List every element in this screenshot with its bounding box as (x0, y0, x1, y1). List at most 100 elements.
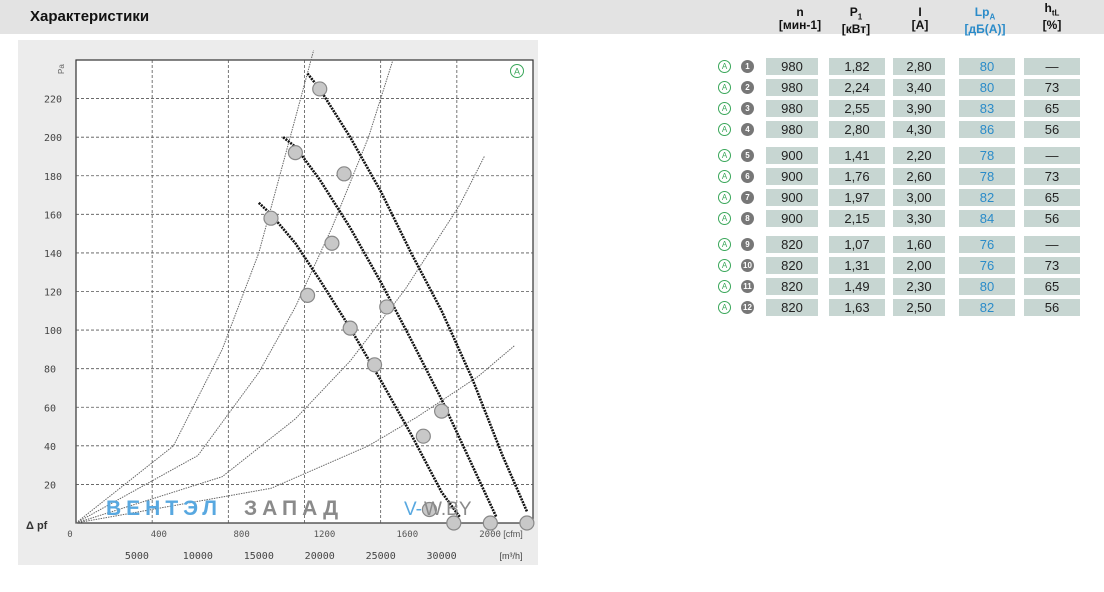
table-cell-lpa: 84 (959, 210, 1015, 227)
x-alt-tick-label: 1200 (314, 530, 336, 540)
table-cell-p1: 1,82 (829, 58, 885, 75)
x-tick-label: 30000 (427, 551, 457, 562)
operating-point-number: 6 (741, 170, 754, 183)
x-tick-label: 10000 (183, 551, 213, 562)
table-cell-i: 3,00 (893, 189, 945, 206)
column-header-p1-sub: 1 (857, 12, 863, 22)
curve-marker-icon: A (718, 191, 731, 204)
table-cell-htl: — (1024, 236, 1080, 253)
table-cell-htl: 56 (1024, 121, 1080, 138)
table-cell-htl: 65 (1024, 278, 1080, 295)
y-tick-label: 80 (44, 365, 56, 376)
table-cell-n: 980 (766, 79, 818, 96)
column-header-htl: htL [%] (1022, 2, 1082, 32)
operating-point-marker (299, 287, 316, 303)
table-cell-lpa: 86 (959, 121, 1015, 138)
curve-marker-icon: A (718, 123, 731, 136)
curve-marker-icon: A (718, 102, 731, 115)
table-cell-p1: 1,07 (829, 236, 885, 253)
x-alt-axis-label: [cfm] (503, 529, 523, 539)
table-cell-p1: 1,49 (829, 278, 885, 295)
table-cell-i: 2,00 (893, 257, 945, 274)
table-cell-lpa: 82 (959, 189, 1015, 206)
chart-svg: 20 40 60 80 100 120 140 160 180 200 220 Pa Δ pf 5000 1… (26, 50, 535, 562)
table-cell-p1: 2,55 (829, 100, 885, 117)
table-cell-htl: 56 (1024, 210, 1080, 227)
column-header-htl-unit: [%] (1042, 18, 1062, 33)
column-header-htl-sub: tL (1051, 8, 1060, 18)
curve-marker-icon: A (718, 60, 731, 73)
x-alt-tick-label: 1600 (396, 530, 418, 540)
table-cell-i: 3,90 (893, 100, 945, 117)
operating-point-marker (415, 428, 431, 444)
table-cell-lpa: 78 (959, 168, 1015, 185)
table-cell-n: 980 (766, 58, 818, 75)
table-cell-n: 820 (766, 299, 818, 316)
operating-point-number: 12 (741, 301, 754, 314)
table-cell-n: 900 (766, 147, 818, 164)
operating-point-marker (519, 515, 535, 531)
table-cell-i: 3,30 (893, 210, 945, 227)
table-cell-p1: 1,41 (829, 147, 885, 164)
column-header-n-main: n (796, 5, 804, 19)
corner-marker-label: A (514, 67, 520, 77)
table-cell-p1: 2,15 (829, 210, 885, 227)
y-tick-label: 200 (44, 133, 62, 144)
y-tick-label: 40 (44, 442, 56, 453)
table-cell-htl: 65 (1024, 100, 1080, 117)
curve-marker-icon: A (718, 280, 731, 293)
x-tick-label: 20000 (305, 551, 335, 562)
curve-marker-icon: A (718, 238, 731, 251)
table-cell-p1: 1,63 (829, 299, 885, 316)
table-cell-lpa: 76 (959, 257, 1015, 274)
column-header-i: I [A] (890, 6, 950, 32)
y-tick-label: 140 (44, 249, 62, 260)
x-alt-tick-label: 2000 (479, 530, 501, 540)
table-cell-i: 2,50 (893, 299, 945, 316)
table-cell-htl: — (1024, 147, 1080, 164)
operating-point-number: 5 (741, 149, 754, 162)
table-cell-htl: — (1024, 58, 1080, 75)
y-axis-label: Δ pf (26, 520, 48, 532)
fan-curve-chart: 20 40 60 80 100 120 140 160 180 200 220 Pa Δ pf 5000 1… (18, 40, 538, 565)
table-cell-p1: 1,31 (829, 257, 885, 274)
operating-point-marker (312, 81, 328, 97)
curve-marker-icon: A (718, 259, 731, 272)
table-cell-p1: 2,24 (829, 79, 885, 96)
operating-point-number: 3 (741, 102, 754, 115)
operating-point-number: 7 (741, 191, 754, 204)
column-header-n: n [мин-1] (770, 6, 830, 32)
watermark-part2: ЗАПАД (244, 497, 343, 520)
table-cell-lpa: 80 (959, 79, 1015, 96)
column-header-lpa-main: Lp (974, 5, 990, 19)
operating-point-number: 11 (741, 280, 754, 293)
column-header-htl-main: h (1044, 1, 1052, 15)
table-cell-htl: 73 (1024, 257, 1080, 274)
x-axis-label: [m³/h] (499, 551, 522, 561)
table-cell-htl: 56 (1024, 299, 1080, 316)
table-cell-n: 980 (766, 100, 818, 117)
watermark-part4: W.BY (424, 499, 472, 520)
watermark-part1: ВЕНТЭЛ (106, 497, 222, 520)
page-title: Характеристики (30, 8, 150, 25)
operating-point-number: 1 (741, 60, 754, 73)
table-cell-i: 1,60 (893, 236, 945, 253)
table-cell-p1: 1,76 (829, 168, 885, 185)
operating-point-marker (287, 144, 303, 161)
column-header-lpa: LpA [дБ(A)] (950, 6, 1020, 36)
curve-marker-icon: A (718, 301, 731, 314)
column-header-lpa-unit: [дБ(A)] (964, 22, 1006, 37)
table-cell-i: 4,30 (893, 121, 945, 138)
table-cell-n: 820 (766, 278, 818, 295)
operating-point-number: 8 (741, 212, 754, 225)
operating-point-marker (482, 515, 498, 531)
x-alt-tick-label: 400 (151, 530, 167, 540)
table-cell-n: 820 (766, 257, 818, 274)
column-header-n-unit: [мин-1] (778, 18, 822, 32)
y-unit-label: Pa (57, 64, 66, 74)
y-tick-label: 60 (44, 403, 56, 414)
column-header-lpa-sub: A (989, 12, 996, 22)
table-cell-lpa: 83 (959, 100, 1015, 117)
table-cell-p1: 2,80 (829, 121, 885, 138)
table-cell-lpa: 80 (959, 58, 1015, 75)
